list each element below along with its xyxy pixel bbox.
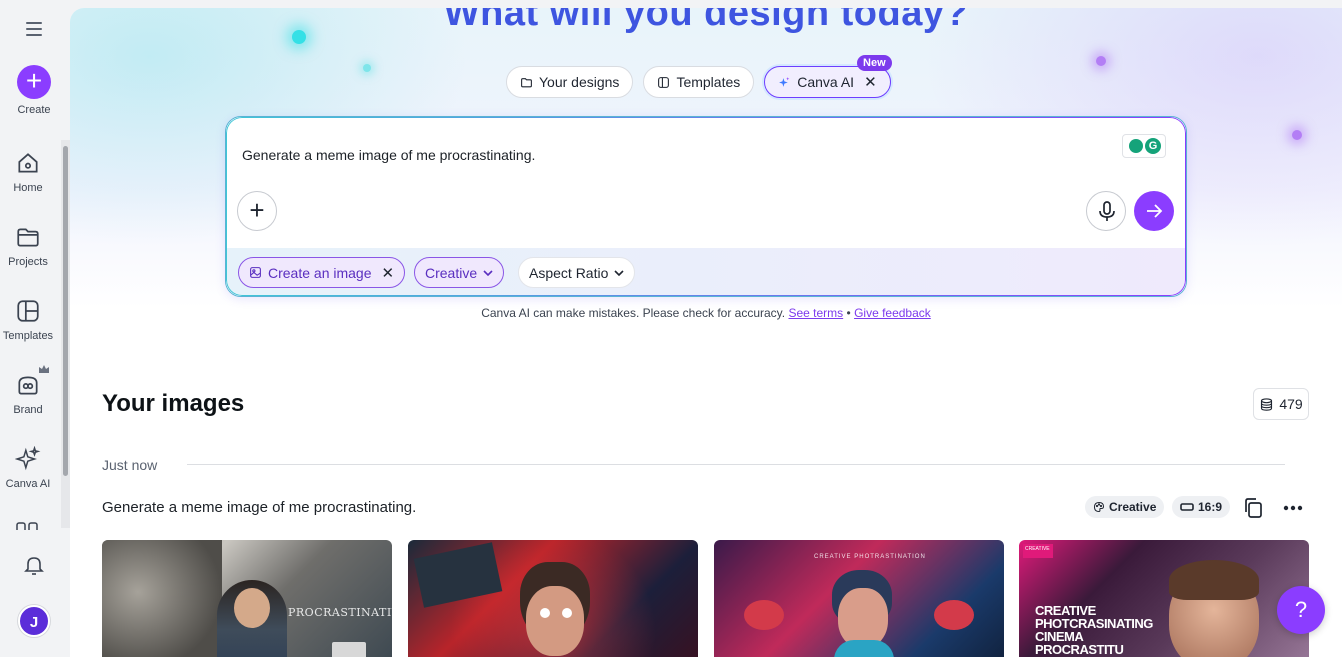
style-tag-label: Creative: [1109, 500, 1157, 514]
create-image-label: Create an image: [268, 264, 372, 281]
prompt-options-bar: Create an image ✕ Creative Aspect Ratio: [226, 248, 1186, 296]
tab-your-designs[interactable]: Your designs: [506, 66, 634, 98]
generation-prompt: Generate a meme image of me procrastinat…: [102, 499, 417, 516]
style-label: Creative: [425, 264, 478, 281]
templates-icon: [658, 76, 670, 88]
home-icon: [18, 153, 38, 173]
sidebar-item-label: Home: [13, 182, 43, 194]
sparkles-icon: [15, 446, 41, 471]
tab-label: Your designs: [539, 74, 620, 90]
bell-icon[interactable]: [22, 553, 46, 577]
copy-icon[interactable]: [1240, 495, 1266, 521]
sparkle-decoration: [1292, 130, 1302, 140]
chevron-down-icon: [483, 269, 493, 276]
add-attachment-button[interactable]: +: [237, 191, 277, 231]
group-label: Just now: [102, 457, 158, 473]
divider: [187, 464, 1285, 465]
avatar[interactable]: J: [18, 605, 50, 637]
close-icon[interactable]: ✕: [864, 73, 877, 91]
new-badge: New: [857, 55, 892, 71]
sidebar-item-canva-ai[interactable]: Canva AI: [0, 446, 56, 490]
sidebar-item-home[interactable]: Home: [0, 150, 56, 194]
sidebar-scrollbar[interactable]: [63, 146, 68, 476]
image-icon: [250, 267, 261, 278]
generated-image-thumbnail[interactable]: PROCRASTINATIVE: [102, 540, 392, 657]
tab-bar: Your designs Templates Canva AI ✕ New: [506, 55, 892, 98]
more-options-icon[interactable]: [1280, 495, 1306, 521]
generated-image-thumbnail[interactable]: CREATIVE PHOTRASTINATION: [714, 540, 1004, 657]
credits-badge[interactable]: 479: [1253, 388, 1309, 420]
chevron-down-icon: [614, 269, 624, 276]
sidebar-item-label: Canva AI: [5, 478, 51, 490]
more-apps-icon[interactable]: [15, 520, 41, 530]
sidebar-item-projects[interactable]: Projects: [0, 224, 56, 268]
separator: •: [846, 306, 851, 320]
ratio-tag-label: 16:9: [1198, 500, 1223, 514]
sparkle-decoration: [363, 64, 371, 72]
aspect-ratio-label: Aspect Ratio: [529, 264, 609, 281]
help-button[interactable]: ?: [1277, 586, 1325, 634]
page-title: What will you design today?: [443, 8, 969, 34]
templates-icon: [17, 300, 39, 322]
sidebar-item-label: Projects: [8, 256, 48, 268]
credits-count: 479: [1279, 396, 1303, 412]
microphone-button[interactable]: [1086, 191, 1126, 231]
tab-label: Templates: [676, 74, 741, 90]
create-image-chip[interactable]: Create an image ✕: [238, 257, 406, 288]
create-button[interactable]: +: [17, 65, 51, 99]
sparkle-decoration: [1096, 56, 1106, 66]
microphone-icon: [1099, 201, 1115, 221]
menu-icon[interactable]: [22, 18, 46, 40]
prompt-input[interactable]: Generate a meme image of me procrastinat…: [242, 147, 535, 163]
thumbnail-title: CREATIVE PHOTCRASINATING CINEMA PROCRAST…: [1035, 603, 1153, 657]
thumbnail-caption: PROCRASTINATIVE: [288, 606, 392, 619]
prompt-box: Generate a meme image of me procrastinat…: [225, 116, 1187, 297]
tab-templates[interactable]: Templates: [643, 66, 755, 98]
give-feedback-link[interactable]: Give feedback: [854, 306, 931, 320]
tab-canva-ai[interactable]: Canva AI ✕ New: [764, 55, 892, 98]
brand-icon: [18, 376, 38, 395]
arrow-right-icon: [1147, 204, 1163, 218]
disclaimer: Canva AI can make mistakes. Please check…: [70, 306, 1342, 320]
sidebar-item-brand[interactable]: Brand: [0, 372, 56, 416]
crown-icon: [39, 365, 49, 373]
main-panel: What will you design today? Your designs…: [70, 8, 1342, 657]
sidebar-item-label: Brand: [13, 404, 43, 416]
grammarly-icon[interactable]: G: [1122, 134, 1166, 158]
thumbnail-caption: CREATIVE PHOTRASTINATION: [814, 554, 926, 560]
section-title: Your images: [102, 390, 245, 417]
style-dropdown[interactable]: Creative: [414, 257, 505, 288]
folder-icon: [17, 228, 39, 247]
generated-image-thumbnail[interactable]: CREATIVE CREATIVE PHOTCRASINATING CINEMA…: [1019, 540, 1309, 657]
generated-image-thumbnail[interactable]: [408, 540, 698, 657]
ratio-tag: 16:9: [1172, 496, 1231, 518]
close-icon[interactable]: ✕: [382, 264, 395, 282]
palette-icon: [1093, 501, 1105, 513]
tab-label: Canva AI: [797, 74, 855, 90]
aspect-ratio-icon: [1180, 503, 1194, 511]
style-tag: Creative: [1085, 496, 1165, 518]
send-button[interactable]: [1134, 191, 1174, 231]
aspect-ratio-dropdown[interactable]: Aspect Ratio: [518, 257, 636, 288]
coins-icon: [1261, 397, 1273, 411]
folder-icon: [521, 77, 532, 87]
sidebar-item-templates[interactable]: Templates: [0, 298, 56, 342]
create-label: Create: [17, 104, 51, 116]
sidebar: + Create Home Projects Templates Brand C…: [0, 0, 70, 657]
disclaimer-text: Canva AI can make mistakes. Please check…: [481, 306, 786, 320]
sparkles-icon: [779, 76, 790, 87]
sidebar-item-label: Templates: [2, 330, 54, 342]
see-terms-link[interactable]: See terms: [788, 306, 843, 320]
